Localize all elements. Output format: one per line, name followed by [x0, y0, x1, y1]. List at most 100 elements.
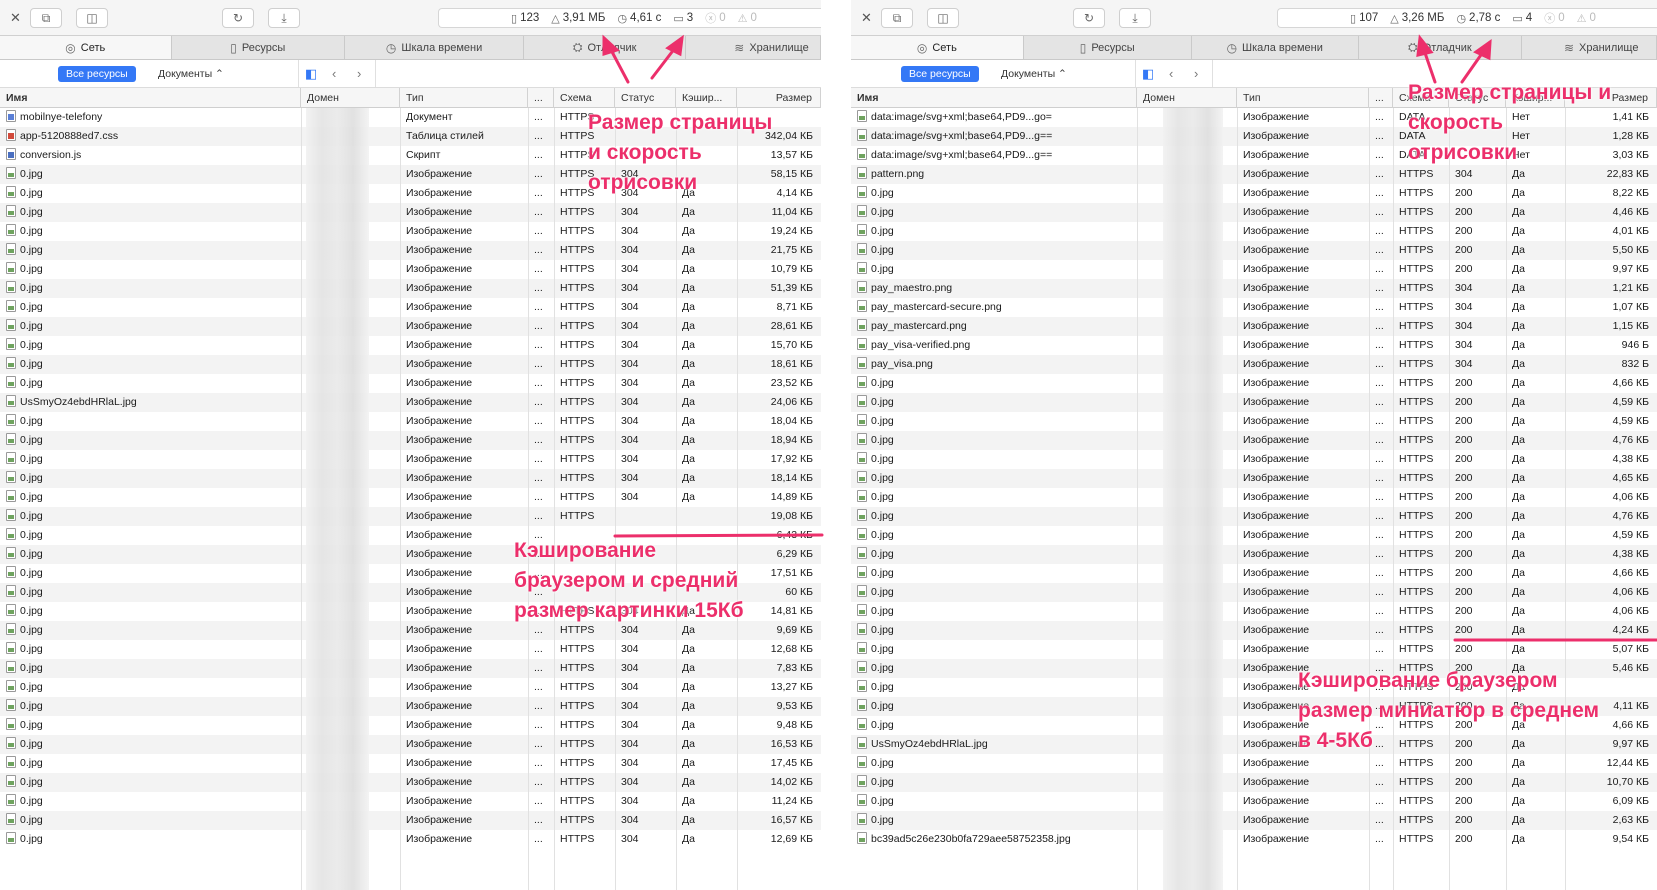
- tab-debugger[interactable]: ⛭ Отладчик: [1359, 36, 1522, 59]
- table-row[interactable]: 0.jpg Изображение... HTTPS 304 Да 51,39 КБ: [0, 279, 821, 298]
- table-row[interactable]: 0.jpg Изображение... HTTPS 304 Да 18,14 КБ: [0, 469, 821, 488]
- table-row[interactable]: 0.jpg Изображение... HTTPS 200 Да 6,09 КБ: [851, 792, 1657, 811]
- table-row[interactable]: 0.jpg Изображение... HTTPS 304 Да 12,69 КБ: [0, 830, 821, 849]
- table-row[interactable]: 0.jpg Изображение... HTTPS 200 Да 12,44 КБ: [851, 754, 1657, 773]
- table-row[interactable]: 0.jpg Изображение... HTTPS 200 Да 4,38 КБ: [851, 450, 1657, 469]
- table-row[interactable]: 0.jpg Изображение... HTTPS 304 Да 17,45 КБ: [0, 754, 821, 773]
- column-cache[interactable]: Кэшир...: [676, 88, 737, 108]
- table-row[interactable]: pattern.png Изображение... HTTPS 304 Да 22,83…: [851, 165, 1657, 184]
- sidebar-toggle-icon[interactable]: ◧: [305, 66, 317, 82]
- table-row[interactable]: 0.jpg Изображение... HTTPS 304 Да 11,04 КБ: [0, 203, 821, 222]
- column-domain[interactable]: Домен: [301, 88, 400, 108]
- table-row[interactable]: 0.jpg Изображение... HTTPS 304 Да 12,68 КБ: [0, 640, 821, 659]
- tab-debugger[interactable]: ⛭ Отладчик: [524, 36, 687, 59]
- table-row[interactable]: bc39ad5c26e230b0fa729aee58752358.jpg Изоб…: [851, 830, 1657, 849]
- column-name[interactable]: Имя: [851, 88, 1137, 108]
- table-row[interactable]: 0.jpg Изображение... HTTPS 200 Да 9,97 КБ: [851, 260, 1657, 279]
- table-row[interactable]: 0.jpg Изображение... HTTPS 304 Да 14,02 КБ: [0, 773, 821, 792]
- table-row[interactable]: 0.jpg Изображение... HTTPS 304 Да 23,52 КБ: [0, 374, 821, 393]
- all-resources-button[interactable]: Все ресурсы: [58, 66, 136, 82]
- all-resources-button[interactable]: Все ресурсы: [901, 66, 979, 82]
- column-size[interactable]: Размер: [737, 88, 821, 108]
- table-row[interactable]: 0.jpg Изображение... HTTPS 200 Да 4,38 КБ: [851, 545, 1657, 564]
- documents-select[interactable]: Документы ⌃: [158, 66, 224, 82]
- table-row[interactable]: 0.jpg Изображение... HTTPS 304 Да 9,48 КБ: [0, 716, 821, 735]
- metric-warnings[interactable]: ⚠ 0: [738, 12, 757, 25]
- tab-network[interactable]: ◎ Сеть: [851, 36, 1024, 59]
- table-row[interactable]: 0.jpg Изображение... HTTPS 200 Да 4,66 КБ: [851, 564, 1657, 583]
- table-row[interactable]: 0.jpg Изображение... HTTPS 304 Да 9,53 КБ: [0, 697, 821, 716]
- table-row[interactable]: 0.jpg Изображение... HTTPS 304 Да 11,24 КБ: [0, 792, 821, 811]
- table-row[interactable]: 0.jpg Изображение... HTTPS 304 Да 18,04 КБ: [0, 412, 821, 431]
- table-row[interactable]: 0.jpg Изображение... HTTPS 304 Да 21,75 КБ: [0, 241, 821, 260]
- table-row[interactable]: 0.jpg Изображение... HTTPS 19,08 КБ: [0, 507, 821, 526]
- tab-network[interactable]: ◎ Сеть: [0, 36, 172, 59]
- table-row[interactable]: pay_visa-verified.png Изображение... HTTPS…: [851, 336, 1657, 355]
- metric-size[interactable]: △ 3,26 МБ: [1390, 12, 1444, 25]
- metric-logs[interactable]: ▭ 3: [673, 12, 693, 25]
- table-row[interactable]: pay_mastercard.png Изображение... HTTPS 304…: [851, 317, 1657, 336]
- table-row[interactable]: pay_visa.png Изображение... HTTPS 304 Да 832 …: [851, 355, 1657, 374]
- column-type[interactable]: Тип: [400, 88, 528, 108]
- table-row[interactable]: 0.jpg Изображение... HTTPS 200 Да 4,06 КБ: [851, 583, 1657, 602]
- column-status[interactable]: Статус: [615, 88, 676, 108]
- tab-timeline[interactable]: ◷ Шкала времени: [345, 36, 525, 59]
- dock-side-button[interactable]: ◫: [927, 8, 959, 28]
- table-row[interactable]: 0.jpg Изображение... HTTPS 200 Да 10,70 КБ: [851, 773, 1657, 792]
- table-row[interactable]: 0.jpg Изображение... HTTPS 304 Да 15,70 КБ: [0, 336, 821, 355]
- table-row[interactable]: 0.jpg Изображение... HTTPS 304 Да 10,79 КБ: [0, 260, 821, 279]
- tab-storage[interactable]: ≋ Хранилище: [1522, 36, 1657, 59]
- table-row[interactable]: 0.jpg Изображение... HTTPS 304 Да 17,92 КБ: [0, 450, 821, 469]
- table-row[interactable]: 0.jpg Изображение... HTTPS 200 Да 4,66 КБ: [851, 374, 1657, 393]
- forward-icon[interactable]: ›: [357, 66, 361, 82]
- tab-resources[interactable]: ▯ Ресурсы: [1024, 36, 1192, 59]
- metric-resources[interactable]: ▯ 123: [511, 12, 539, 25]
- column-scheme[interactable]: Схема: [554, 88, 615, 108]
- column-more[interactable]: ...: [528, 88, 554, 108]
- detach-window-button[interactable]: ⧉: [881, 8, 913, 28]
- table-row[interactable]: UsSmyOz4ebdHRlaL.jpg Изображение... HTTPS 3…: [0, 393, 821, 412]
- metric-size[interactable]: △ 3,91 МБ: [551, 12, 605, 25]
- download-button[interactable]: ⤓: [1119, 8, 1151, 28]
- documents-select[interactable]: Документы ⌃: [1001, 66, 1067, 82]
- metric-errors[interactable]: ⓧ 0: [705, 10, 725, 26]
- reload-button[interactable]: ↻: [222, 8, 254, 28]
- table-row[interactable]: 0.jpg Изображение... HTTPS 304 Да 28,61 КБ: [0, 317, 821, 336]
- column-type[interactable]: Тип: [1237, 88, 1369, 108]
- metric-warnings[interactable]: ⚠ 0: [1577, 12, 1596, 25]
- table-row[interactable]: 0.jpg Изображение... HTTPS 200 Да 4,01 КБ: [851, 222, 1657, 241]
- table-row[interactable]: 0.jpg Изображение... HTTPS 304 Да 19,24 КБ: [0, 222, 821, 241]
- back-icon[interactable]: ‹: [1169, 66, 1173, 82]
- table-row[interactable]: 0.jpg Изображение... HTTPS 200 Да 2,63 КБ: [851, 811, 1657, 830]
- table-row[interactable]: 0.jpg Изображение... HTTPS 304 Да 16,53 КБ: [0, 735, 821, 754]
- sidebar-toggle-icon[interactable]: ◧: [1142, 66, 1154, 82]
- close-icon[interactable]: ✕: [861, 10, 872, 26]
- column-more[interactable]: ...: [1369, 88, 1393, 108]
- table-row[interactable]: pay_maestro.png Изображение... HTTPS 304 Да 1…: [851, 279, 1657, 298]
- dock-side-button[interactable]: ◫: [76, 8, 108, 28]
- column-name[interactable]: Имя: [0, 88, 301, 108]
- metric-resources[interactable]: ▯ 107: [1350, 12, 1378, 25]
- table-row[interactable]: 0.jpg Изображение... HTTPS 304 Да 18,94 КБ: [0, 431, 821, 450]
- table-row[interactable]: 0.jpg Изображение... HTTPS 200 Да 4,24 КБ: [851, 621, 1657, 640]
- table-row[interactable]: 0.jpg Изображение... HTTPS 200 Да 4,59 КБ: [851, 526, 1657, 545]
- tab-timeline[interactable]: ◷ Шкала времени: [1192, 36, 1359, 59]
- reload-button[interactable]: ↻: [1073, 8, 1105, 28]
- metric-load-time[interactable]: ◷ 4,61 с: [617, 12, 661, 25]
- table-row[interactable]: 0.jpg Изображение... HTTPS 200 Да 4,06 КБ: [851, 602, 1657, 621]
- table-row[interactable]: 0.jpg Изображение... HTTPS 304 Да 13,27 КБ: [0, 678, 821, 697]
- table-row[interactable]: 0.jpg Изображение... HTTPS 200 Да 4,46 КБ: [851, 203, 1657, 222]
- table-row[interactable]: 0.jpg Изображение... HTTPS 200 Да 5,07 КБ: [851, 640, 1657, 659]
- table-row[interactable]: 0.jpg Изображение... HTTPS 200 Да 4,76 КБ: [851, 431, 1657, 450]
- table-row[interactable]: 0.jpg Изображение... HTTPS 200 Да 4,59 КБ: [851, 393, 1657, 412]
- table-row[interactable]: 0.jpg Изображение... HTTPS 200 Да 4,76 КБ: [851, 507, 1657, 526]
- forward-icon[interactable]: ›: [1194, 66, 1198, 82]
- table-row[interactable]: 0.jpg Изображение... HTTPS 200 Да 8,22 КБ: [851, 184, 1657, 203]
- close-icon[interactable]: ✕: [10, 10, 21, 26]
- table-row[interactable]: 0.jpg Изображение... HTTPS 304 Да 16,57 КБ: [0, 811, 821, 830]
- metric-errors[interactable]: ⓧ 0: [1544, 10, 1564, 26]
- table-row[interactable]: 0.jpg Изображение... HTTPS 200 Да 4,59 КБ: [851, 412, 1657, 431]
- table-row[interactable]: 0.jpg Изображение... HTTPS 200 Да 4,65 КБ: [851, 469, 1657, 488]
- table-row[interactable]: pay_mastercard-secure.png Изображение... H…: [851, 298, 1657, 317]
- column-domain[interactable]: Домен: [1137, 88, 1237, 108]
